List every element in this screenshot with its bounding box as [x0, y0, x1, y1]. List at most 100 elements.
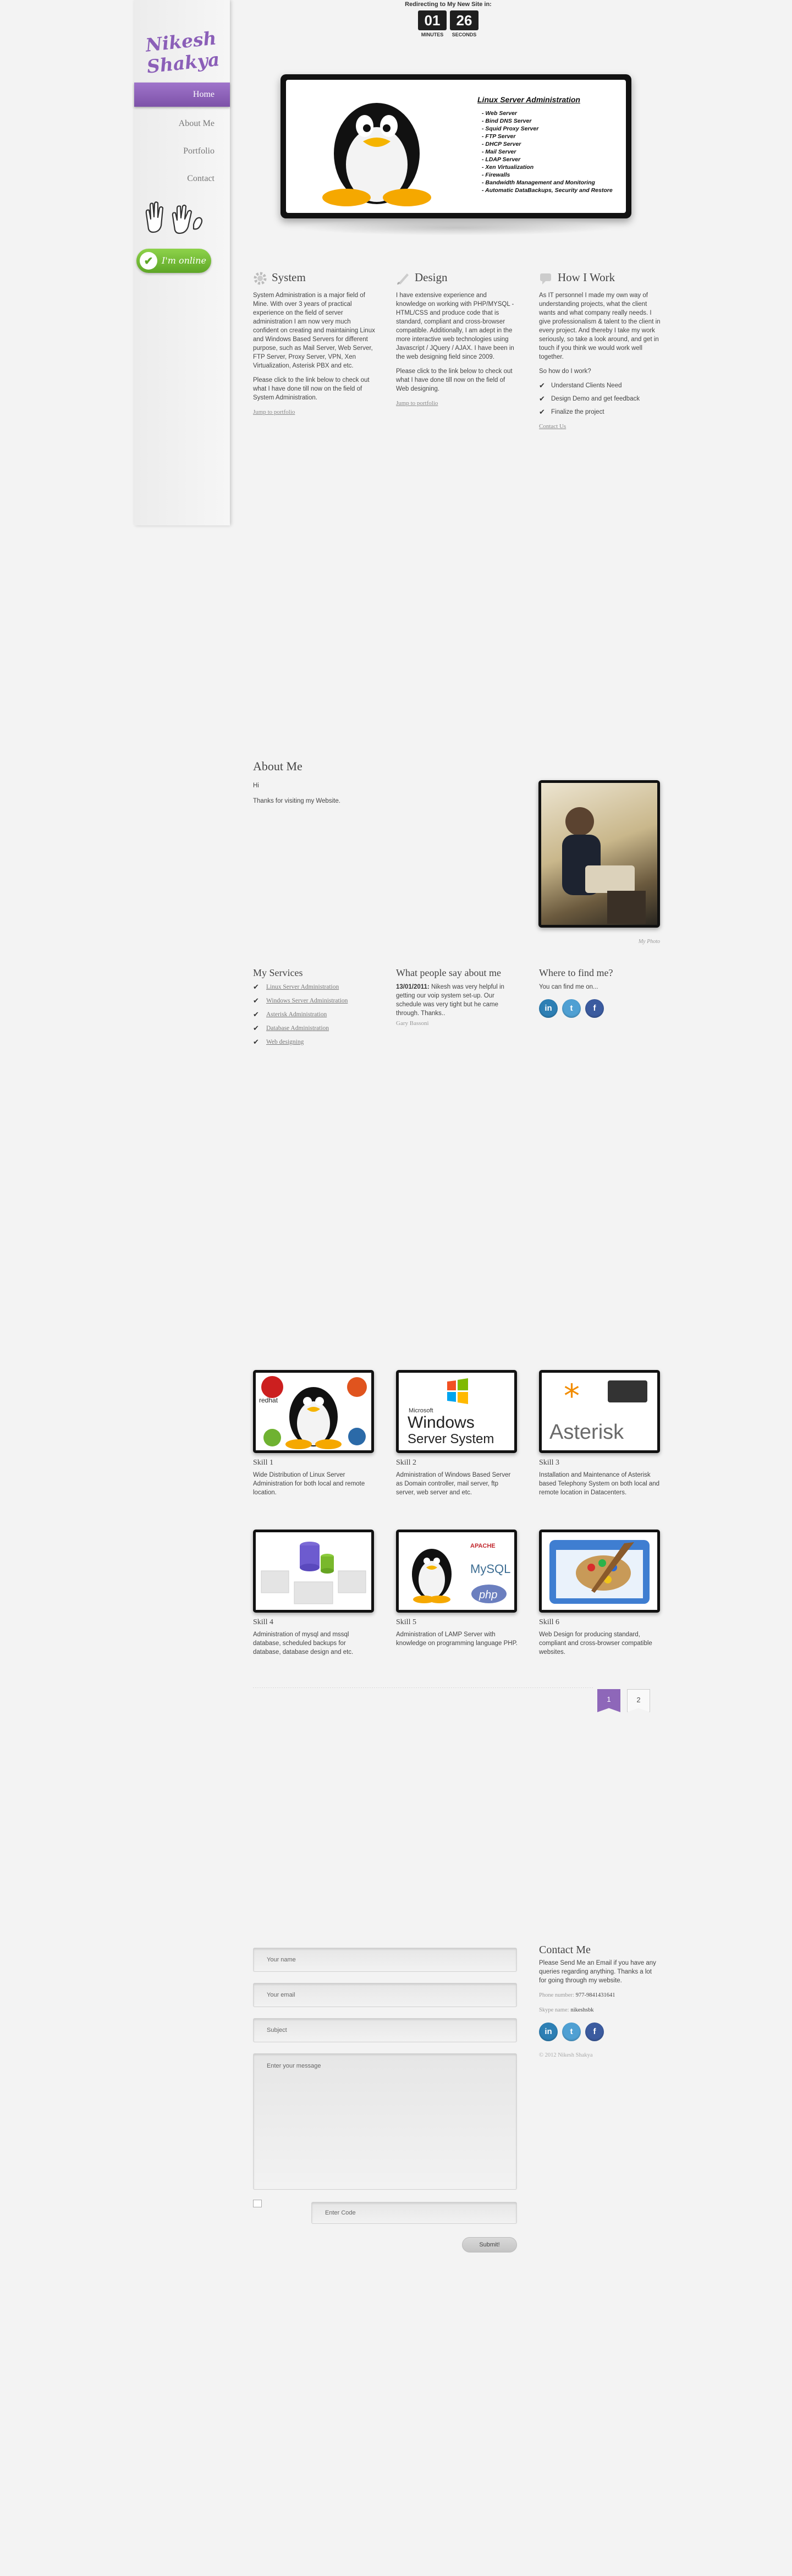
- how-i-work-column: How I Work As IT personnel I made my own…: [539, 270, 661, 431]
- mysql-logo-text: MySQL: [470, 1562, 510, 1576]
- banner-service-list: Web Server Bind DNS Server Squid Proxy S…: [482, 109, 613, 194]
- service-link[interactable]: Windows Server Administration: [266, 997, 348, 1004]
- subject-field[interactable]: [253, 2018, 517, 2042]
- skill-card[interactable]: Skill 4 Administration of mysql and mssq…: [253, 1530, 374, 1657]
- skill-card[interactable]: redhat Skill 1 Wide Distribution of Linu…: [253, 1370, 374, 1497]
- banner-list-item: Bind DNS Server: [482, 117, 613, 125]
- system-column: System System Administration is a major …: [253, 270, 375, 416]
- lamp-image: APACHE MySQL php: [399, 1532, 514, 1610]
- service-link[interactable]: Database Administration: [266, 1025, 329, 1032]
- server-system-logo-text: Server System: [408, 1432, 494, 1446]
- about-title: About Me: [253, 759, 302, 773]
- service-item[interactable]: Database Administration: [253, 1024, 375, 1033]
- photo-caption: My Photo: [638, 939, 660, 945]
- testimonial-column: What people say about me 13/01/2011: Nik…: [396, 968, 518, 1028]
- facebook-icon[interactable]: f: [585, 999, 604, 1018]
- skill-title: Skill 3: [539, 1459, 559, 1467]
- services-list: Linux Server Administration Windows Serv…: [253, 983, 375, 1046]
- skill-card[interactable]: * Asterisk Skill 3 Installation and Main…: [539, 1370, 660, 1497]
- skill-title: Skill 2: [396, 1459, 416, 1467]
- pagination: 1 2: [597, 1689, 650, 1712]
- main-nav: Home About Me Portfolio Contact: [134, 83, 230, 193]
- design-column: Design I have extensive experience and k…: [396, 270, 518, 408]
- brush-icon: [397, 273, 409, 285]
- system-cta-text: Please click to the link below to check …: [253, 377, 370, 402]
- work-step-item: Understand Clients Need: [539, 381, 661, 390]
- banner-title: Linux Server Administration: [477, 95, 580, 104]
- skype-row: Skype name: nikeshsbk: [539, 2005, 660, 2015]
- nav-item-contact[interactable]: Contact: [134, 165, 230, 193]
- page-2-button[interactable]: 2: [627, 1689, 650, 1712]
- banner-list-item: Web Server: [482, 109, 613, 117]
- service-item[interactable]: Windows Server Administration: [253, 996, 375, 1005]
- person-photo-icon: [562, 807, 646, 924]
- system-portfolio-link[interactable]: Jump to portfolio: [253, 409, 295, 415]
- design-title: Design: [415, 271, 448, 284]
- skill-card[interactable]: Microsoft Windows Server System Skill 2 …: [396, 1370, 517, 1497]
- countdown-title: Redirecting to My New Site in:: [405, 1, 492, 8]
- waving-hands-icon: [145, 201, 203, 234]
- banner-list-item: DHCP Server: [482, 140, 613, 148]
- how-i-work-question: So how do I work?: [539, 368, 591, 375]
- service-item[interactable]: Linux Server Administration: [253, 983, 375, 991]
- service-link[interactable]: Linux Server Administration: [266, 984, 339, 990]
- asterisk-logo-text: Asterisk: [549, 1421, 624, 1444]
- nav-item-home[interactable]: Home: [134, 83, 230, 107]
- nav-item-portfolio[interactable]: Portfolio: [134, 138, 230, 165]
- system-title: System: [272, 271, 306, 284]
- skill-title: Skill 1: [253, 1459, 273, 1467]
- skill-title: Skill 4: [253, 1618, 273, 1626]
- services-title: My Services: [253, 967, 303, 978]
- twitter-icon[interactable]: t: [562, 999, 581, 1018]
- skill-description: Wide Distribution of Linux Server Admini…: [253, 1472, 365, 1496]
- phone-label: Phone number:: [539, 1992, 574, 1998]
- service-item[interactable]: Web designing: [253, 1038, 375, 1046]
- system-text: System Administration is a major field o…: [253, 292, 375, 370]
- nav-item-about[interactable]: About Me: [134, 110, 230, 138]
- captcha-field[interactable]: [311, 2202, 517, 2224]
- social-links: in t f: [539, 999, 661, 1018]
- online-label: I'm online: [162, 255, 206, 266]
- where-column: Where to find me? You can find me on... …: [539, 968, 661, 1018]
- online-status-badge[interactable]: ✔ I'm online: [136, 249, 211, 273]
- check-icon: ✔: [140, 252, 157, 270]
- how-i-work-title: How I Work: [558, 271, 615, 284]
- design-portfolio-link[interactable]: Jump to portfolio: [396, 400, 438, 407]
- about-text: Hi Thanks for visiting my Website.: [253, 781, 473, 812]
- service-link[interactable]: Web designing: [266, 1039, 304, 1045]
- facebook-icon[interactable]: f: [585, 2023, 604, 2041]
- banner-list-item: Mail Server: [482, 148, 613, 156]
- site-logo[interactable]: Nikesh Shakya: [132, 26, 232, 79]
- countdown-seconds-label: SECONDS: [452, 32, 477, 37]
- testimonial-quote: 13/01/2011: Nikesh was very helpful in g…: [396, 983, 518, 1018]
- skill-card[interactable]: APACHE MySQL php Skill 5 Administration …: [396, 1530, 518, 1648]
- skill-description: Administration of LAMP Server with knowl…: [396, 1631, 518, 1647]
- how-i-work-text: As IT personnel I made my own way of und…: [539, 292, 661, 361]
- banner-list-item: Automatic DataBackups, Security and Rest…: [482, 187, 613, 194]
- email-field[interactable]: [253, 1983, 517, 2007]
- linkedin-icon[interactable]: in: [539, 2023, 558, 2041]
- skype-value: nikeshsbk: [570, 2007, 594, 2013]
- banner-list-item: Squid Proxy Server: [482, 125, 613, 133]
- banner-list-item: Firewalls: [482, 171, 613, 179]
- where-text: You can find me on...: [539, 984, 598, 990]
- design-cta-text: Please click to the link below to check …: [396, 368, 513, 393]
- submit-button[interactable]: Submit!: [462, 2237, 517, 2252]
- skype-label: Skype name:: [539, 2007, 569, 2013]
- countdown-seconds: 26: [450, 10, 479, 30]
- page-1-button[interactable]: 1: [597, 1689, 620, 1712]
- phone-row: Phone number: 977-9841431641: [539, 1991, 660, 2000]
- skill-card[interactable]: Skill 6 Web Design for producing standar…: [539, 1530, 660, 1657]
- testimonial-title: What people say about me: [396, 967, 501, 978]
- captcha-image: [253, 2200, 262, 2207]
- name-field[interactable]: [253, 1948, 517, 1972]
- linkedin-icon[interactable]: in: [539, 999, 558, 1018]
- twitter-icon[interactable]: t: [562, 2023, 581, 2041]
- testimonial-author: Gary Bassoni: [396, 1020, 429, 1027]
- sidebar: Nikesh Shakya Home About Me Portfolio Co…: [134, 0, 230, 525]
- service-link[interactable]: Asterisk Administration: [266, 1011, 327, 1018]
- service-item[interactable]: Asterisk Administration: [253, 1010, 375, 1019]
- contact-us-link[interactable]: Contact Us: [539, 423, 566, 430]
- message-field[interactable]: [253, 2053, 517, 2190]
- testimonial-date: 13/01/2011:: [396, 984, 430, 990]
